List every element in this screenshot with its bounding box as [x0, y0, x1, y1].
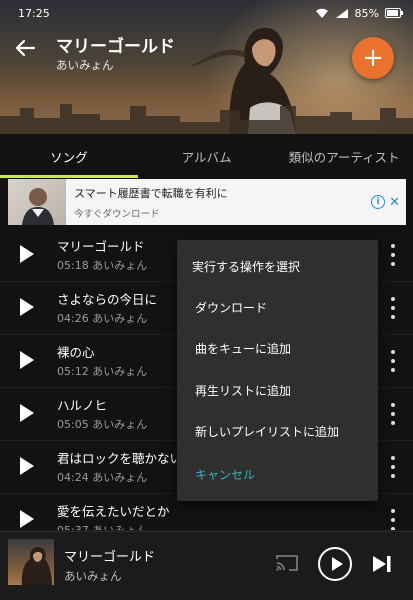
mini-player[interactable]: マリーゴールド あいみょん — [0, 531, 413, 600]
cast-icon[interactable] — [275, 553, 299, 573]
play-pause-button[interactable] — [318, 547, 352, 581]
song-meta: 04:24 あいみょん — [57, 471, 148, 484]
tab-bar: ソング アルバム 類似のアーティスト — [0, 134, 413, 178]
more-options-icon[interactable] — [389, 509, 397, 530]
song-meta: 05:05 あいみょん — [57, 418, 148, 431]
ad-title: スマート履歴書で転職を有利に — [74, 186, 228, 200]
page-title: マリーゴールド — [56, 37, 175, 57]
add-button[interactable]: + — [352, 37, 394, 79]
song-meta: 04:26 あいみょん — [57, 312, 148, 325]
menu-item-add-to-queue[interactable]: 曲をキューに追加 — [195, 340, 291, 357]
ad-subtitle: 今すぐダウンロード — [74, 208, 160, 220]
skip-next-icon[interactable] — [370, 554, 394, 574]
song-title: 裸の心 — [57, 345, 95, 360]
city-skyline — [0, 104, 413, 134]
song-meta: 05:12 あいみょん — [57, 365, 148, 378]
status-bar: 17:25 85% — [0, 0, 413, 26]
song-meta: 05:37 あいみょん — [57, 524, 148, 531]
play-icon[interactable] — [20, 245, 34, 263]
status-icons: 85% — [315, 7, 403, 20]
artist-name: あいみょん — [56, 58, 114, 72]
menu-title: 実行する操作を選択 — [192, 260, 301, 274]
song-title: マリーゴールド — [57, 239, 145, 254]
now-playing-artwork — [8, 539, 54, 585]
play-icon[interactable] — [20, 404, 34, 422]
play-icon[interactable] — [20, 457, 34, 475]
menu-cancel-button[interactable]: キャンセル — [195, 466, 255, 483]
more-options-icon[interactable] — [389, 244, 397, 266]
action-menu: 実行する操作を選択 ダウンロード 曲をキューに追加 再生リストに追加 新しいプレ… — [177, 240, 378, 501]
wifi-icon — [315, 8, 328, 18]
song-title: 君はロックを聴かない — [57, 451, 183, 466]
tab-similar-artists[interactable]: 類似のアーティスト — [275, 134, 413, 178]
now-playing-artist: あいみょん — [64, 569, 122, 583]
song-meta: 05:18 あいみょん — [57, 259, 148, 272]
signal-icon — [335, 8, 348, 18]
ad-banner[interactable]: スマート履歴書で転職を有利に 今すぐダウンロード i ✕ — [8, 179, 406, 225]
ad-info-icon[interactable]: i — [371, 195, 386, 209]
battery-icon — [385, 8, 403, 18]
song-title: さよならの今日に — [57, 292, 158, 307]
play-icon[interactable] — [20, 298, 34, 316]
tab-albums[interactable]: アルバム — [138, 134, 276, 178]
status-time: 17:25 — [18, 6, 50, 20]
now-playing-title: マリーゴールド — [64, 550, 156, 565]
more-options-icon[interactable] — [389, 456, 397, 478]
menu-item-add-to-playlist[interactable]: 再生リストに追加 — [195, 382, 291, 399]
ad-close-icon[interactable]: ✕ — [389, 195, 400, 210]
battery-percent: 85% — [354, 6, 379, 20]
play-icon[interactable] — [20, 351, 34, 369]
more-options-icon[interactable] — [389, 403, 397, 425]
back-arrow-icon[interactable] — [12, 36, 40, 60]
more-options-icon[interactable] — [389, 350, 397, 372]
tab-songs[interactable]: ソング — [0, 134, 138, 178]
menu-item-download[interactable]: ダウンロード — [195, 299, 267, 316]
more-options-icon[interactable] — [389, 297, 397, 319]
song-title: 愛を伝えたいだとか — [57, 504, 170, 519]
album-header: 17:25 85% マリーゴールド あいみょん + — [0, 0, 413, 134]
song-title: ハルノヒ — [57, 398, 108, 413]
play-icon[interactable] — [20, 510, 34, 528]
menu-item-new-playlist[interactable]: 新しいプレイリストに追加 — [195, 423, 339, 440]
ad-image — [8, 179, 66, 225]
